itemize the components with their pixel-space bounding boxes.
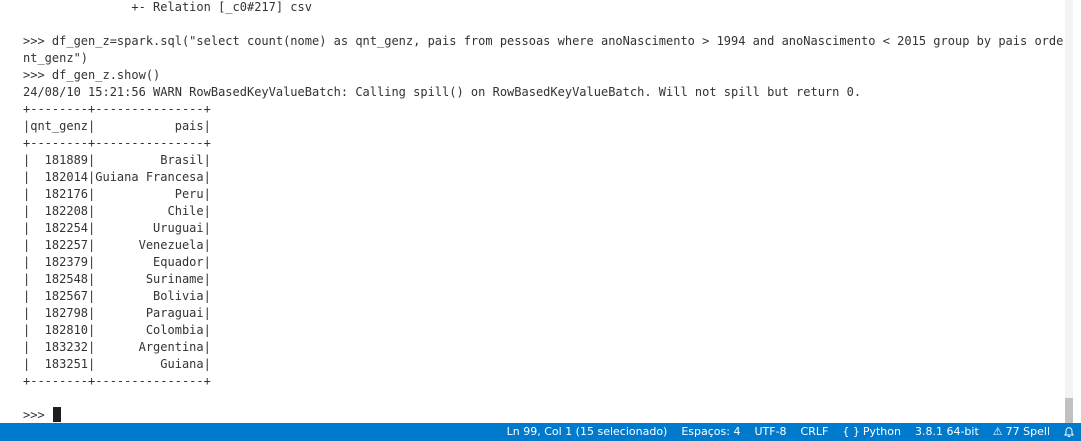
terminal-output[interactable]: +- Relation [_c0#217] csv >>> df_gen_z=sp… bbox=[0, 0, 1073, 423]
encoding-item[interactable]: UTF-8 bbox=[747, 423, 793, 441]
table-row: | 182257| Venezuela| bbox=[23, 238, 211, 252]
table-row: | 182548| Suriname| bbox=[23, 272, 211, 286]
table-border: +--------+---------------+ bbox=[23, 102, 211, 116]
status-bar-right: Ln 99, Col 1 (15 selecionado) Espaços: 4… bbox=[500, 423, 1081, 441]
table-row: | 182810| Colombia| bbox=[23, 323, 211, 337]
table-border: +--------+---------------+ bbox=[23, 136, 211, 150]
language-mode-label: Python bbox=[862, 425, 901, 438]
interpreter-item[interactable]: 3.8.1 64-bit bbox=[908, 423, 986, 441]
table-row: | 182379| Equador| bbox=[23, 255, 211, 269]
braces-icon: { } bbox=[842, 425, 860, 438]
terminal-line: 24/08/10 15:21:56 WARN RowBasedKeyValueB… bbox=[23, 85, 862, 99]
table-row: | 182798| Paraguai| bbox=[23, 306, 211, 320]
terminal-scrollbar[interactable] bbox=[1065, 0, 1073, 423]
terminal-panel[interactable]: +- Relation [_c0#217] csv >>> df_gen_z=sp… bbox=[0, 0, 1073, 423]
table-row: | 182567| Bolivia| bbox=[23, 289, 211, 303]
cursor-position-item[interactable]: Ln 99, Col 1 (15 selecionado) bbox=[500, 423, 675, 441]
table-row: | 181889| Brasil| bbox=[23, 153, 211, 167]
table-row: | 183251| Guiana| bbox=[23, 357, 211, 371]
terminal-cursor bbox=[52, 407, 61, 422]
eol-item[interactable]: CRLF bbox=[794, 423, 836, 441]
table-header: |qnt_genz| pais| bbox=[23, 119, 211, 133]
table-row: | 182176| Peru| bbox=[23, 187, 211, 201]
table-row: | 182254| Uruguai| bbox=[23, 221, 211, 235]
terminal-line: +- Relation [_c0#217] csv bbox=[23, 0, 312, 14]
notifications-item[interactable] bbox=[1057, 423, 1081, 441]
table-border: +--------+---------------+ bbox=[23, 374, 211, 388]
spell-check-label: 77 Spell bbox=[1005, 425, 1050, 438]
terminal-line: nt_genz") bbox=[23, 51, 89, 65]
terminal-line: >>> df_gen_z.show() bbox=[23, 68, 161, 82]
cursor-position-label: Ln 99, Col 1 (15 selecionado) bbox=[506, 425, 668, 438]
status-bar: Ln 99, Col 1 (15 selecionado) Espaços: 4… bbox=[0, 423, 1081, 441]
interpreter-label: 3.8.1 64-bit bbox=[914, 425, 979, 438]
encoding-label: UTF-8 bbox=[754, 425, 787, 438]
warning-icon: ⚠ bbox=[992, 425, 1003, 438]
table-row: | 183232| Argentina| bbox=[23, 340, 211, 354]
terminal-prompt-line[interactable]: >>> bbox=[23, 407, 1073, 423]
terminal-prompt: >>> bbox=[23, 408, 45, 422]
table-row: | 182208| Chile| bbox=[23, 204, 211, 218]
spell-check-item[interactable]: ⚠ 77 Spell bbox=[986, 423, 1057, 441]
scrollbar-thumb[interactable] bbox=[1065, 398, 1073, 423]
indentation-label: Espaços: 4 bbox=[681, 425, 741, 438]
eol-label: CRLF bbox=[800, 425, 829, 438]
terminal-line: >>> df_gen_z=spark.sql("select count(nom… bbox=[23, 34, 1073, 48]
language-mode-item[interactable]: { } Python bbox=[835, 423, 908, 441]
indentation-item[interactable]: Espaços: 4 bbox=[674, 423, 747, 441]
bell-icon bbox=[1064, 427, 1074, 438]
table-row: | 182014|Guiana Francesa| bbox=[23, 170, 211, 184]
